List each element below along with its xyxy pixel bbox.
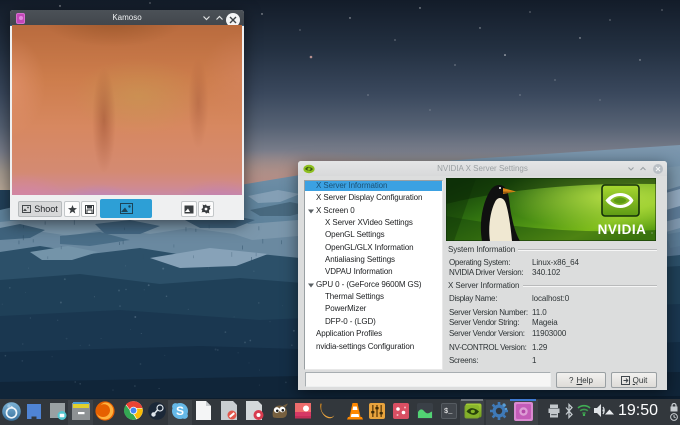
svg-text:$_: $_ bbox=[444, 408, 453, 416]
svg-text:S: S bbox=[176, 404, 184, 418]
svg-text:NVIDIA: NVIDIA bbox=[598, 222, 647, 237]
